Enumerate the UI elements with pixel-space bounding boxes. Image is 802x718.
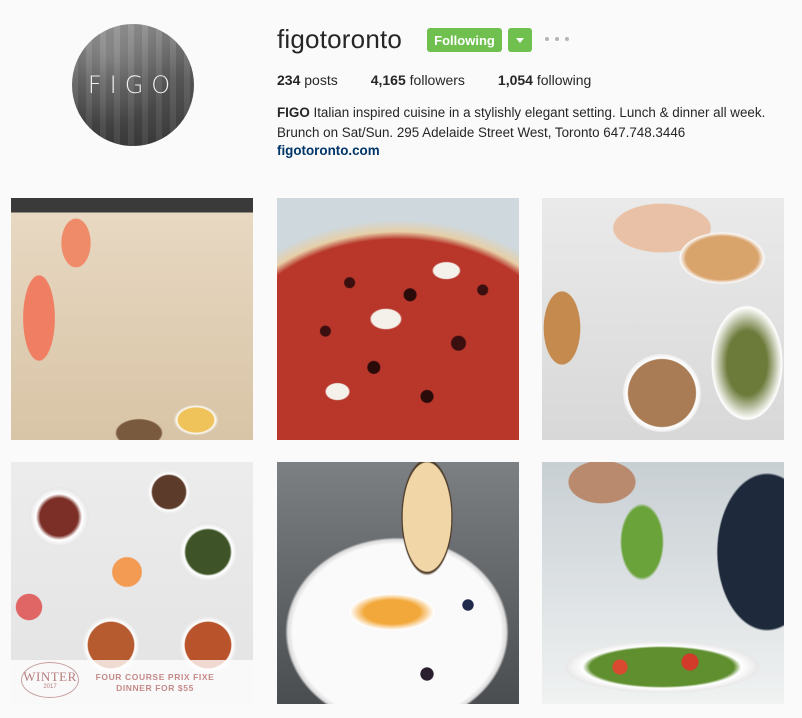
posts-count: 234 bbox=[277, 72, 301, 88]
post-brunch-table[interactable] bbox=[542, 198, 784, 440]
avatar-logo-text: FIGO bbox=[87, 71, 179, 99]
promo-line-2: DINNER FOR $55 bbox=[116, 683, 194, 693]
followers-count: 4,165 bbox=[370, 72, 406, 88]
chevron-down-icon bbox=[516, 37, 524, 43]
bio-line-1: Italian inspired cuisine in a stylishly … bbox=[313, 105, 766, 120]
profile-website-link[interactable]: figotoronto.com bbox=[277, 143, 380, 158]
more-dots-icon[interactable] bbox=[545, 32, 569, 46]
following-button[interactable]: Following bbox=[427, 28, 502, 52]
post-winter-prix-fixe[interactable]: WINTER 2017 FOUR COURSE PRIX FIXE DINNER… bbox=[11, 462, 253, 704]
following-stat[interactable]: 1,054 following bbox=[498, 72, 591, 88]
post-cocktails-soup[interactable] bbox=[11, 198, 253, 440]
following-label: following bbox=[536, 72, 592, 88]
followers-label: followers bbox=[409, 72, 465, 88]
bio-name: FIGO bbox=[277, 105, 310, 120]
post-salad-toss[interactable] bbox=[542, 462, 784, 704]
winter-badge-year: 2017 bbox=[43, 683, 57, 690]
posts-stat: 234 posts bbox=[277, 72, 338, 88]
post-pizza[interactable] bbox=[277, 198, 519, 440]
following-count: 1,054 bbox=[497, 72, 533, 88]
post-plated-dish[interactable] bbox=[277, 462, 519, 704]
profile-username: figotoronto bbox=[277, 24, 403, 54]
promo-line-1: FOUR COURSE PRIX FIXE bbox=[95, 672, 215, 682]
profile-stats: 234 posts 4,165 followers 1,054 followin… bbox=[277, 72, 624, 88]
bio-line-2: Brunch on Sat/Sun. 295 Adelaide Street W… bbox=[277, 125, 686, 140]
profile-avatar[interactable]: FIGO bbox=[72, 24, 194, 146]
posts-label: posts bbox=[304, 72, 338, 88]
promo-banner: WINTER 2017 FOUR COURSE PRIX FIXE DINNER… bbox=[11, 660, 253, 704]
winter-badge-word: WINTER bbox=[23, 668, 77, 684]
follow-dropdown-button[interactable] bbox=[508, 28, 532, 52]
winter-badge: WINTER 2017 bbox=[21, 662, 79, 698]
followers-stat[interactable]: 4,165 followers bbox=[371, 72, 465, 88]
profile-bio: FIGO Italian inspired cuisine in a styli… bbox=[277, 103, 797, 143]
promo-text: FOUR COURSE PRIX FIXE DINNER FOR $55 bbox=[95, 672, 215, 694]
